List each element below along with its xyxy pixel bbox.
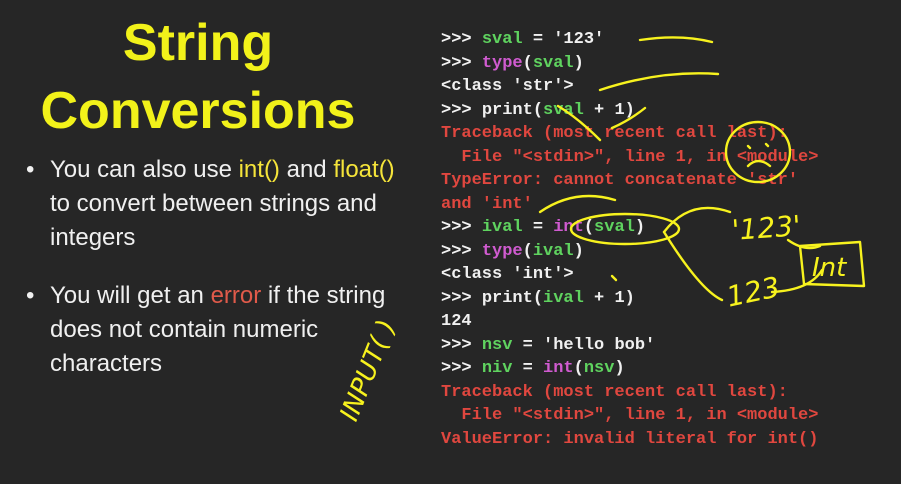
code-token: Traceback (most recent call last): xyxy=(441,124,788,143)
code-line: >>> type(sval) xyxy=(441,52,818,76)
code-line: >>> ival = int(sval) xyxy=(441,216,818,240)
bullet-dot-icon: • xyxy=(26,156,35,183)
code-token: ) xyxy=(614,359,625,378)
keyword-int: int() xyxy=(238,156,280,183)
bullet-text: to convert between strings and integers xyxy=(50,190,377,251)
code-line: 124 xyxy=(441,310,818,334)
code-token: sval xyxy=(481,30,523,49)
code-token: type xyxy=(481,53,523,73)
code-token: ( xyxy=(583,218,595,237)
code-line: >>> print(ival + 1) xyxy=(441,287,818,311)
bullet-list: • You can also use int() and float() to … xyxy=(22,153,402,405)
slide: String Conversions • You can also use in… xyxy=(0,0,901,484)
code-token: >>> xyxy=(441,359,482,378)
code-token: <class 'int'> xyxy=(441,265,574,284)
bullet-text: You will get an xyxy=(50,282,211,309)
code-token: ival xyxy=(532,241,574,261)
code-line: >>> print(sval + 1) xyxy=(441,99,818,123)
code-token: nsv xyxy=(583,359,615,378)
code-line: TypeError: cannot concatenate 'str' xyxy=(441,169,818,193)
code-token: 124 xyxy=(441,312,472,331)
code-token: = xyxy=(522,218,554,237)
code-line: File "<stdin>", line 1, in <module> xyxy=(441,146,818,170)
code-line: and 'int' xyxy=(441,193,818,217)
code-token: int xyxy=(543,359,574,378)
bullet-item: • You can also use int() and float() to … xyxy=(22,153,402,255)
code-token: = 'hello bob' xyxy=(512,335,656,355)
keyword-float: float() xyxy=(333,156,395,183)
code-line: ValueError: invalid literal for int() xyxy=(441,428,818,452)
code-token: niv xyxy=(481,359,513,378)
code-token: >>> xyxy=(441,241,482,261)
code-token: >>> xyxy=(441,30,482,49)
slide-title-line-1: String xyxy=(122,14,274,72)
code-token: + 1) xyxy=(583,288,635,308)
code-token: >>> xyxy=(441,53,482,73)
bullet-text: You can also use xyxy=(50,156,239,183)
code-token: sval xyxy=(594,218,635,237)
code-line: >>> type(ival) xyxy=(441,240,818,264)
code-line: <class 'str'> xyxy=(441,75,818,99)
code-token: int xyxy=(553,218,584,237)
code-line: <class 'int'> xyxy=(441,263,818,287)
bullet-dot-icon: • xyxy=(26,282,35,309)
bullet-item: • You will get an error if the string do… xyxy=(22,279,402,381)
python-code-block: >>> sval = '123' >>> type(sval) <class 'st… xyxy=(441,28,818,451)
code-token: >>> xyxy=(441,100,482,120)
code-token: ) xyxy=(634,218,646,237)
code-token: ( xyxy=(573,359,584,378)
code-token: TypeError: cannot concatenate 'str' xyxy=(441,171,799,190)
code-token: ( xyxy=(522,241,533,261)
code-token: ival xyxy=(481,218,523,237)
code-token: Traceback (most recent call last): xyxy=(441,382,788,402)
code-token: File "<stdin>", line 1, in <module> xyxy=(441,406,819,425)
code-line: >>> niv = int(nsv) xyxy=(441,357,818,381)
code-token: ival xyxy=(543,288,584,308)
bullet-text: and xyxy=(279,156,334,183)
code-token: = '123' xyxy=(522,30,605,49)
slide-title-line-2: Conversions xyxy=(40,82,356,140)
code-token: nsv xyxy=(481,335,513,355)
code-line: File "<stdin>", line 1, in <module> xyxy=(441,404,818,428)
code-token: >>> xyxy=(441,288,482,308)
code-token: + 1) xyxy=(583,100,635,120)
code-token: sval xyxy=(532,53,574,73)
code-line: Traceback (most recent call last): xyxy=(441,381,818,405)
code-token: ValueError: invalid literal for int() xyxy=(441,429,819,449)
code-line: >>> sval = '123' xyxy=(441,28,818,52)
code-token: ) xyxy=(573,241,584,261)
code-token: print( xyxy=(481,100,544,120)
code-line: Traceback (most recent call last): xyxy=(441,122,818,146)
code-token: >>> xyxy=(441,218,482,237)
code-token: print( xyxy=(481,288,544,308)
code-token: sval xyxy=(543,100,584,120)
code-token: <class 'str'> xyxy=(441,77,574,96)
code-line: >>> nsv = 'hello bob' xyxy=(441,334,818,358)
code-token: >>> xyxy=(441,335,482,355)
code-token: and 'int' xyxy=(441,194,533,214)
code-token: type xyxy=(481,241,523,261)
keyword-error: error xyxy=(210,282,262,309)
code-token: ) xyxy=(573,53,584,73)
code-token: File "<stdin>", line 1, in <module> xyxy=(441,147,819,167)
code-token: = xyxy=(512,359,544,378)
code-token: ( xyxy=(522,53,533,73)
